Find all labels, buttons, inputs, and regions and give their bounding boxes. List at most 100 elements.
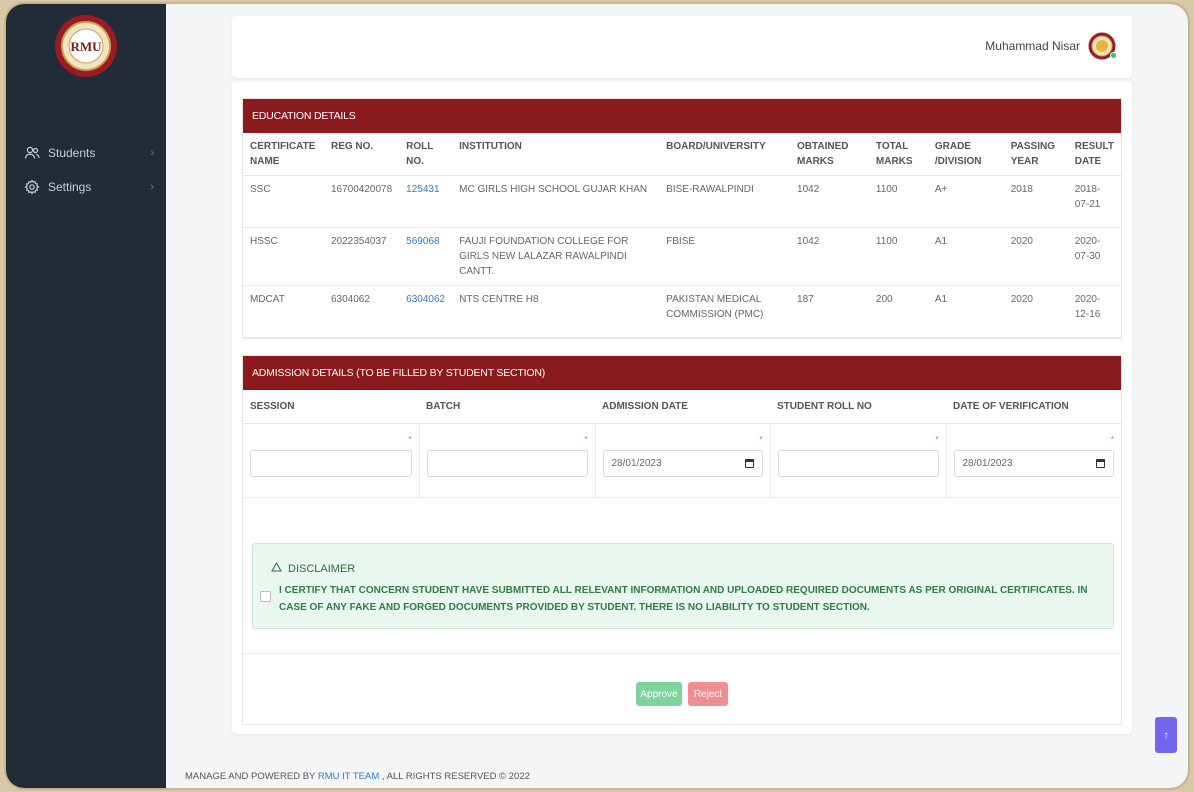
col-admission-date: ADMISSION DATE [595, 390, 770, 424]
cell-board: BISE-RAWALPINDI [659, 175, 791, 228]
top-navbar: Muhammad Nisar [232, 16, 1132, 78]
table-row: * * * 28/01/2023 * * 28/01/2023 [243, 423, 1121, 498]
cell-roll-no-link[interactable]: 6304062 [399, 285, 453, 338]
batch-cell: * [419, 423, 596, 498]
session-input[interactable] [250, 449, 412, 477]
student-roll-no-input[interactable] [777, 449, 939, 477]
session-cell: * [243, 423, 420, 498]
cell-year: 2020 [1003, 285, 1068, 338]
cell-grade: A1 [927, 285, 1004, 338]
table-row: MDCAT 6304062 6304062 NTS CENTRE H8 PAKI… [243, 285, 1121, 338]
cell-total: 1100 [868, 175, 928, 228]
sidebar: RMU Students › Settings › [6, 4, 166, 788]
col-passing-year: PASSING YEAR [1003, 133, 1068, 176]
user-menu[interactable]: Muhammad Nisar [985, 32, 1117, 60]
cell-reg-no: 6304062 [323, 285, 400, 338]
approve-button[interactable]: Approve [636, 682, 682, 706]
education-details-title: EDUCATION DETAILS [243, 99, 1121, 133]
col-batch: BATCH [419, 390, 595, 424]
main-content: Muhammad Nisar EDUCATION DETAILS CERTIFI… [166, 4, 1188, 788]
footer-suffix: , ALL RIGHTS RESERVED © 2022 [381, 771, 530, 782]
disclaimer-heading: DISCLAIMER [271, 561, 356, 575]
university-logo[interactable]: RMU [54, 14, 118, 78]
app-frame: RMU Students › Settings › Muhammad Nisar… [6, 4, 1188, 788]
user-name: Muhammad Nisar [985, 39, 1080, 53]
cell-total: 1100 [868, 227, 928, 286]
cell-institution: MC GIRLS HIGH SCHOOL GUJAR KHAN [452, 175, 660, 228]
cell-certificate: HSSC [243, 227, 324, 286]
cell-institution: NTS CENTRE H8 [452, 285, 660, 338]
disclaimer-text: I CERTIFY THAT CONCERN STUDENT HAVE SUBM… [279, 585, 1088, 613]
chevron-right-icon: › [150, 147, 154, 159]
table-row: HSSC 2022354037 569068 FAUJI FOUNDATION … [243, 227, 1121, 286]
warning-icon [271, 561, 282, 575]
cell-reg-no: 16700420078 [323, 175, 400, 228]
footer: MANAGE AND POWERED BY RMU IT TEAM , ALL … [185, 771, 530, 782]
required-mark: * [935, 434, 939, 444]
col-student-roll-no: STUDENT ROLL NO [770, 390, 946, 424]
admission-date-value: 28/01/2023 [611, 457, 662, 469]
col-total-marks: TOTAL MARKS [868, 133, 928, 176]
student-detail-card: EDUCATION DETAILS CERTIFICATE NAME REG N… [232, 82, 1132, 734]
disclaimer-title: DISCLAIMER [288, 562, 356, 575]
cell-total: 200 [868, 285, 928, 338]
cell-year: 2020 [1003, 227, 1068, 286]
calendar-icon[interactable] [744, 458, 754, 468]
admission-details-title: ADMISSION DETAILS (TO BE FILLED BY STUDE… [243, 356, 1121, 390]
col-reg-no: REG NO. [323, 133, 400, 176]
cell-roll-no-link[interactable]: 569068 [399, 227, 453, 286]
date-of-verification-input[interactable]: 28/01/2023 [953, 449, 1114, 477]
calendar-icon[interactable] [1096, 458, 1105, 468]
table-row: SSC 16700420078 125431 MC GIRLS HIGH SCH… [243, 175, 1121, 228]
batch-input[interactable] [426, 449, 588, 477]
date-of-verification-value: 28/01/2023 [962, 457, 1013, 469]
col-roll-no: ROLL NO. [399, 133, 453, 176]
cell-certificate: SSC [243, 175, 324, 228]
col-institution: INSTITUTION [452, 133, 660, 176]
admission-details-panel: ADMISSION DETAILS (TO BE FILLED BY STUDE… [242, 355, 1122, 725]
admission-date-input[interactable]: 28/01/2023 [602, 449, 763, 477]
footer-prefix: MANAGE AND POWERED BY [185, 771, 316, 782]
disclaimer-checkbox[interactable] [260, 591, 271, 602]
cell-obtained: 187 [790, 285, 869, 338]
cell-result-date: 2018-07-21 [1067, 175, 1121, 228]
cell-grade: A+ [927, 175, 1004, 228]
logo-text: RMU [70, 39, 102, 54]
cell-roll-no-link[interactable]: 125431 [399, 175, 453, 228]
education-table: CERTIFICATE NAME REG NO. ROLL NO. INSTIT… [243, 133, 1121, 338]
disclaimer-box: DISCLAIMER I CERTIFY THAT CONCERN STUDEN… [252, 543, 1114, 629]
col-grade-division: GRADE /DIVISION [927, 133, 1004, 176]
footer-link[interactable]: RMU IT TEAM [318, 771, 379, 782]
cell-board: PAKISTAN MEDICAL COMMISSION (PMC) [659, 285, 791, 338]
col-certificate-name: CERTIFICATE NAME [243, 133, 324, 176]
cell-result-date: 2020-12-16 [1067, 285, 1121, 338]
col-board-university: BOARD/UNIVERSITY [659, 133, 791, 176]
table-header-row: SESSION BATCH ADMISSION DATE STUDENT ROL… [243, 390, 1121, 424]
date-of-verification-cell: * 28/01/2023 [946, 423, 1121, 498]
sidebar-item-label: Students [48, 146, 96, 160]
arrow-up-icon: ↑ [1163, 729, 1169, 741]
sidebar-item-settings[interactable]: Settings › [6, 170, 166, 204]
users-icon [24, 145, 40, 161]
reject-button[interactable]: Reject [688, 682, 728, 706]
student-roll-no-cell: * [770, 423, 947, 498]
required-mark: * [408, 434, 412, 444]
scroll-to-top-button[interactable]: ↑ [1155, 717, 1177, 753]
online-status-dot [1110, 52, 1117, 59]
disclaimer-section: DISCLAIMER I CERTIFY THAT CONCERN STUDEN… [243, 498, 1121, 654]
cell-year: 2018 [1003, 175, 1068, 228]
col-date-of-verification: DATE OF VERIFICATION [946, 390, 1121, 424]
table-header-row: CERTIFICATE NAME REG NO. ROLL NO. INSTIT… [243, 133, 1121, 176]
col-result-date: RESULT DATE [1067, 133, 1121, 176]
sidebar-nav: Students › Settings › [6, 136, 166, 204]
cell-institution: FAUJI FOUNDATION COLLEGE FOR GIRLS NEW L… [452, 227, 660, 286]
sidebar-item-students[interactable]: Students › [6, 136, 166, 170]
cell-grade: A1 [927, 227, 1004, 286]
cell-obtained: 1042 [790, 227, 869, 286]
education-details-panel: EDUCATION DETAILS CERTIFICATE NAME REG N… [242, 98, 1122, 339]
actions-bar: Approve Reject [243, 654, 1121, 724]
cell-reg-no: 2022354037 [323, 227, 400, 286]
cell-result-date: 2020-07-30 [1067, 227, 1121, 286]
gear-icon [24, 179, 40, 195]
avatar[interactable] [1088, 32, 1117, 60]
